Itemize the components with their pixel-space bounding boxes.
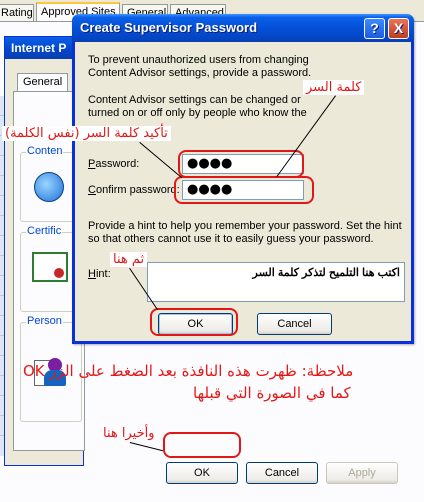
hint-label: Hint: [88, 268, 111, 280]
info-text: Content Advisor settings can be changed … [88, 94, 307, 120]
finally-here-annotation: وأخيرا هنا [103, 426, 155, 441]
note-line-2: كما في الصورة التي قبلها [193, 384, 351, 402]
content-advisor-apply-button: Apply [326, 462, 398, 484]
intro-text: To prevent unauthorized users from chang… [88, 54, 311, 80]
dialog-ok-highlight-outline [150, 308, 238, 336]
help-icon: ? [370, 20, 379, 36]
hint-instructions-line-2: so that others cannot use it to easily g… [88, 233, 374, 245]
certificate-icon [32, 252, 68, 282]
confirm-highlight-outline [174, 176, 314, 204]
hint-instructions: Provide a hint to help you remember your… [88, 220, 402, 246]
certificates-group-label: Certific [26, 225, 63, 237]
dialog-title-bar: Create Supervisor Password ? X [72, 14, 414, 42]
intro-line-2: Content Advisor settings, provide a pass… [88, 67, 312, 79]
bottom-ok-highlight-outline [163, 432, 241, 458]
tab-ratings[interactable]: Ratings [0, 4, 34, 22]
dialog-title: Create Supervisor Password [80, 20, 258, 35]
content-globe-icon [34, 172, 64, 202]
internet-properties-tab-general[interactable]: General [17, 73, 69, 91]
info-line-1: Content Advisor settings can be changed … [88, 94, 301, 106]
password-label: Password: [88, 158, 140, 170]
help-button[interactable]: ? [364, 18, 385, 39]
personal-group-label: Person [26, 315, 63, 327]
content-advisor-ok-button[interactable]: OK [166, 462, 238, 484]
hint-instructions-line-1: Provide a hint to help you remember your… [88, 220, 402, 232]
confirm-password-label: Confirm password: [88, 184, 180, 196]
note-line-1: ملاحظة: ظهرت هذه النافذة بعد الضغط على ا… [23, 362, 354, 380]
intro-line-1: To prevent unauthorized users from chang… [88, 54, 309, 66]
close-button[interactable]: X [388, 18, 409, 39]
content-group-label: Conten [26, 145, 64, 157]
click-here-annotation: ثم هنا [110, 252, 148, 267]
dialog-cancel-button[interactable]: Cancel [257, 313, 332, 335]
close-icon: X [393, 20, 404, 36]
password-annotation: كلمة السر [303, 80, 365, 95]
confirm-annotation: تأكيد كلمة السر (نفس الكلمة) [2, 126, 171, 141]
content-advisor-cancel-button[interactable]: Cancel [246, 462, 318, 484]
hint-input[interactable]: اكتب هنا التلميح لتذكر كلمة السر [147, 262, 405, 302]
info-line-2: turned on or off only by people who know… [88, 107, 307, 119]
